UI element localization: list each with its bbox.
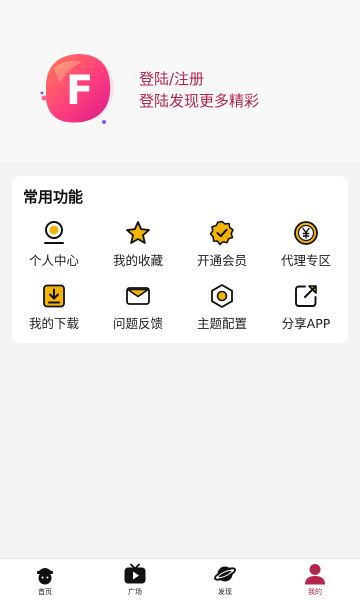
star-icon: [126, 221, 150, 244]
video-icon: [124, 563, 146, 584]
bottom-tab-bar: 首页 广场 发现 我的: [0, 558, 360, 600]
login-subtitle: 登陆发现更多精彩: [139, 92, 260, 110]
tab-discover[interactable]: 发现: [180, 559, 270, 600]
download-icon: [43, 284, 65, 308]
theme-icon: [211, 284, 233, 308]
tab-label: 我的: [308, 588, 322, 596]
function-label: 代理专区: [280, 253, 331, 268]
tab-label: 发现: [218, 588, 232, 596]
function-label: 我的收藏: [112, 253, 163, 268]
yen-coin-icon: [294, 221, 318, 245]
tab-label: 首页: [38, 588, 52, 596]
common-functions-card: 常用功能 个人中心 我的收藏 开通会员 代理专区 我的下载 问题反馈 主题配置 …: [12, 176, 348, 343]
function-theme-settings[interactable]: 主题配置: [180, 283, 264, 332]
function-feedback[interactable]: 问题反馈: [96, 283, 180, 332]
logo-letter: F: [66, 68, 93, 114]
function-downloads[interactable]: 我的下载: [12, 283, 96, 332]
function-personal-center[interactable]: 个人中心: [12, 220, 96, 269]
function-label: 分享APP: [281, 316, 331, 331]
profile-header: F 登陆/注册 登陆发现更多精彩: [0, 0, 360, 162]
planet-icon: [214, 566, 236, 582]
function-share-app[interactable]: 分享APP: [264, 283, 348, 332]
functions-grid: 个人中心 我的收藏 开通会员 代理专区 我的下载 问题反馈 主题配置 分享APP: [12, 220, 348, 332]
tab-home[interactable]: 首页: [0, 559, 90, 600]
function-label: 主题配置: [196, 316, 247, 331]
function-label: 个人中心: [28, 253, 79, 268]
vip-badge-icon: [209, 220, 234, 246]
user-icon: [305, 564, 325, 585]
tab-mine[interactable]: 我的: [270, 559, 360, 600]
login-prompt[interactable]: 登陆/注册 登陆发现更多精彩: [139, 68, 259, 112]
function-label: 问题反馈: [112, 316, 163, 331]
app-logo[interactable]: F: [36, 48, 116, 128]
function-label: 我的下载: [28, 316, 79, 331]
home-avatar-icon: [37, 568, 53, 585]
mail-icon: [126, 287, 150, 305]
function-label: 开通会员: [196, 253, 247, 268]
login-register-link[interactable]: 登陆/注册: [139, 68, 259, 90]
tab-square[interactable]: 广场: [90, 559, 180, 600]
function-vip[interactable]: 开通会员: [180, 220, 264, 269]
function-favorites[interactable]: 我的收藏: [96, 220, 180, 269]
card-title: 常用功能: [23, 188, 84, 206]
share-icon: [295, 285, 317, 307]
tab-label: 广场: [128, 588, 142, 596]
function-agent-zone[interactable]: 代理专区: [264, 220, 348, 269]
person-icon: [44, 221, 64, 244]
